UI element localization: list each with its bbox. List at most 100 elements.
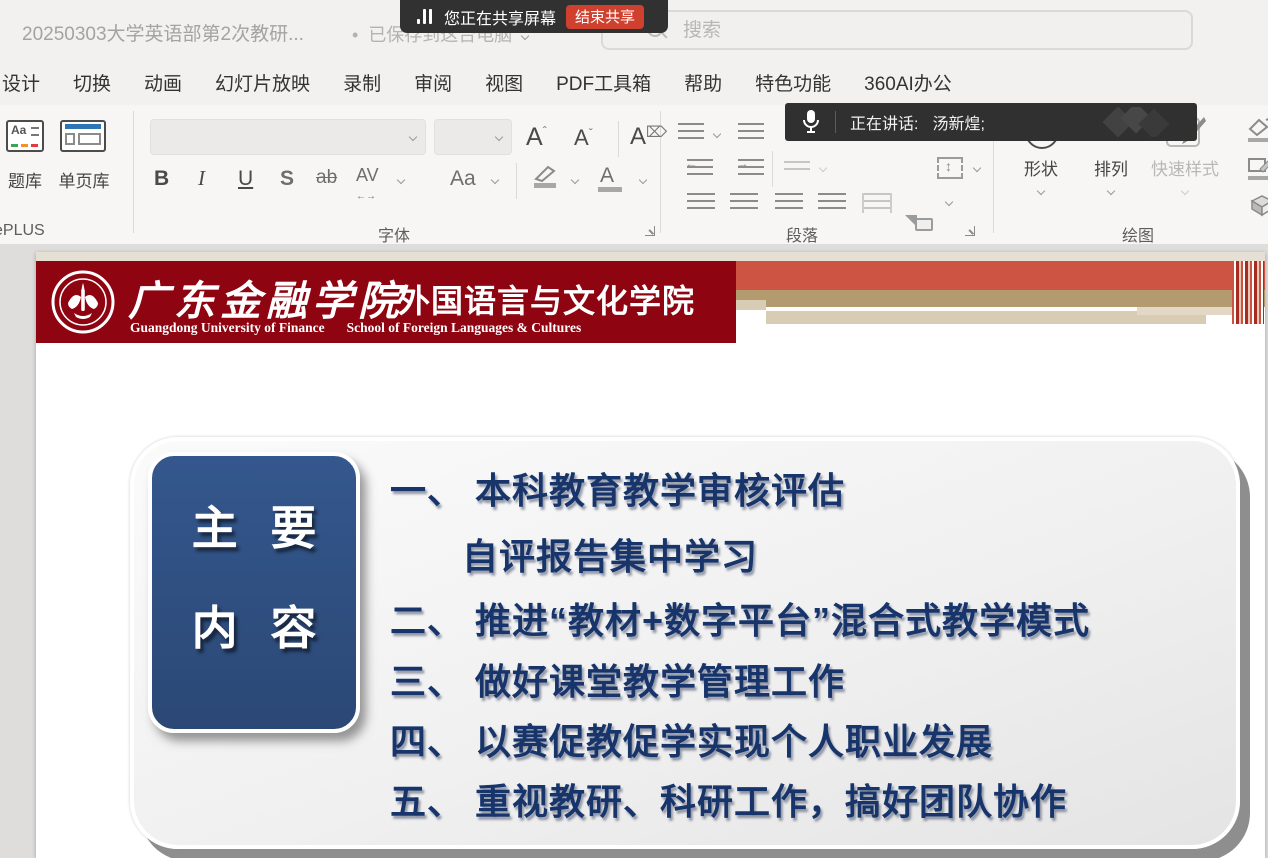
increase-indent-icon[interactable]: [738, 159, 764, 177]
officeplus-group-label: ePLUS: [0, 222, 45, 240]
text-shadow-button[interactable]: S: [280, 168, 294, 189]
tab-pdf-toolbox[interactable]: PDF工具箱: [556, 69, 651, 96]
clear-formatting-button[interactable]: A⌦: [630, 125, 667, 149]
chevron-down-icon: [1181, 187, 1189, 195]
label-line1: 主 要: [152, 492, 356, 558]
chevron-down-icon[interactable]: [491, 176, 499, 184]
decor-stripe-light2: [1137, 307, 1237, 315]
underline-button[interactable]: U: [238, 168, 253, 189]
tab-record[interactable]: 录制: [343, 69, 381, 96]
chevron-down-icon[interactable]: [397, 176, 405, 184]
text-direction-icon[interactable]: [937, 157, 963, 179]
convert-to-smartart-icon[interactable]: [905, 215, 933, 235]
slide-top-strip: [36, 252, 1265, 261]
line-spacing-icon[interactable]: [784, 161, 810, 175]
decor-stripe-tan: [736, 290, 1265, 307]
slide[interactable]: 广东金融学院 外国语言与文化学院 Guangdong University of…: [36, 252, 1265, 858]
share-status-label: 您正在共享屏幕: [444, 5, 556, 29]
tab-help[interactable]: 帮助: [684, 69, 722, 96]
speaking-label: 正在讲话:: [850, 110, 918, 134]
grow-font-button[interactable]: Aˆ: [526, 125, 547, 150]
tab-design[interactable]: 设计: [2, 69, 40, 96]
bold-button[interactable]: B: [154, 168, 169, 189]
signal-bars-icon: [417, 9, 435, 24]
agenda-item-3[interactable]: 三、 做好课堂教学管理工作: [390, 653, 845, 705]
chevron-down-icon[interactable]: [973, 164, 981, 172]
document-title: 20250303大学英语部第2次教研...: [22, 19, 304, 46]
decor-stripe-step: [736, 300, 766, 310]
single-page-library-button[interactable]: 单页库: [55, 167, 113, 192]
align-left-icon[interactable]: [687, 193, 715, 213]
justify-icon[interactable]: [818, 193, 846, 213]
tab-slideshow[interactable]: 幻灯片放映: [215, 69, 310, 96]
question-bank-button[interactable]: 题库: [0, 167, 50, 192]
bullet-list-icon[interactable]: [678, 123, 704, 143]
character-spacing-button[interactable]: AV←→: [356, 166, 379, 202]
decor-stripe-orange: [736, 261, 1265, 290]
tab-animations[interactable]: 动画: [144, 69, 182, 96]
tab-special-features[interactable]: 特色功能: [755, 69, 831, 96]
tab-360ai-office[interactable]: 360AI办公: [864, 69, 952, 96]
stop-sharing-button[interactable]: 结束共享: [566, 5, 644, 29]
align-center-icon[interactable]: [730, 193, 758, 213]
chevron-down-icon[interactable]: [713, 130, 721, 138]
font-size-combo[interactable]: [434, 119, 512, 155]
font-name-combo[interactable]: [150, 119, 426, 155]
columns-icon[interactable]: [862, 193, 892, 213]
numbered-list-icon[interactable]: [738, 123, 764, 143]
main-content-label-box[interactable]: 主 要 内 容: [148, 452, 360, 733]
paragraph-dialog-launcher[interactable]: [964, 225, 975, 236]
bullet-separator: •: [352, 25, 358, 45]
screen-share-banner: 您正在共享屏幕 结束共享: [400, 0, 668, 33]
highlight-color-icon[interactable]: [532, 165, 558, 183]
banner-english-line: Guangdong University of Finance School o…: [130, 320, 581, 336]
strikethrough-button[interactable]: ab: [316, 168, 337, 187]
ribbon-tab-bar: 设计 切换 动画 幻灯片放映 录制 审阅 视图 PDF工具箱 帮助 特色功能 3…: [0, 60, 1268, 105]
tab-view[interactable]: 视图: [485, 69, 523, 96]
chevron-down-icon: [1037, 187, 1045, 195]
italic-button[interactable]: I: [198, 168, 205, 189]
font-dialog-launcher[interactable]: [644, 225, 655, 236]
agenda-item-4[interactable]: 四、 以赛促教促学实现个人职业发展: [390, 713, 993, 765]
chevron-down-icon: [1107, 187, 1115, 195]
university-name-en: Guangdong University of Finance: [130, 320, 325, 336]
question-bank-icon[interactable]: Aa: [6, 120, 44, 152]
chevron-down-icon[interactable]: [819, 164, 827, 172]
paragraph-group-label: 段落: [786, 222, 818, 246]
tab-review[interactable]: 审阅: [414, 69, 452, 96]
powerpoint-window: 20250303大学英语部第2次教研... •已保存到这台电脑 您正在共享屏幕 …: [0, 0, 1268, 858]
chevron-down-icon[interactable]: [945, 198, 953, 206]
speaking-toast: 正在讲话: 汤新煌;: [785, 103, 1197, 141]
university-seal-icon: [50, 269, 116, 335]
search-bar[interactable]: [601, 10, 1193, 50]
chevron-down-icon: [521, 32, 529, 40]
agenda-item-5[interactable]: 五、 重视教研、科研工作，搞好团队协作: [390, 773, 1067, 825]
group-separator: [133, 111, 134, 233]
university-banner[interactable]: 广东金融学院 外国语言与文化学院 Guangdong University of…: [36, 261, 736, 343]
school-name-cn: 外国语言与文化学院: [398, 276, 695, 322]
shape-outline-icon[interactable]: [1246, 155, 1268, 179]
university-name-calligraphy: 广东金融学院: [128, 267, 404, 327]
search-input[interactable]: [681, 16, 1165, 46]
slide-canvas[interactable]: 广东金融学院 外国语言与文化学院 Guangdong University of…: [0, 244, 1268, 858]
decrease-indent-icon[interactable]: [687, 159, 713, 177]
shape-fill-icon[interactable]: [1246, 117, 1268, 141]
decor-vertical-stripes: [1232, 261, 1264, 324]
drawing-group-label: 绘图: [1122, 222, 1154, 246]
agenda-item-2[interactable]: 二、 推进“教材+数字平台”混合式教学模式: [390, 592, 1090, 644]
change-case-button[interactable]: Aa: [450, 168, 476, 189]
agenda-item-1[interactable]: 一、 本科教育教学审核评估: [390, 462, 845, 514]
single-page-library-icon[interactable]: [60, 120, 106, 152]
font-color-button[interactable]: A: [600, 165, 614, 186]
chevron-down-icon[interactable]: [639, 176, 647, 184]
chevron-down-icon[interactable]: [571, 176, 579, 184]
microphone-icon: [801, 109, 821, 135]
app-watermark-logo: [1103, 107, 1169, 137]
school-name-en: School of Foreign Languages & Cultures: [347, 320, 582, 336]
shrink-font-button[interactable]: Aˇ: [574, 127, 593, 149]
agenda-item-1-line2[interactable]: 自评报告集中学习: [462, 528, 758, 580]
speaker-name: 汤新煌;: [932, 110, 984, 134]
shape-effects-icon[interactable]: [1246, 193, 1268, 217]
tab-transitions[interactable]: 切换: [73, 69, 111, 96]
align-right-icon[interactable]: [775, 193, 803, 213]
